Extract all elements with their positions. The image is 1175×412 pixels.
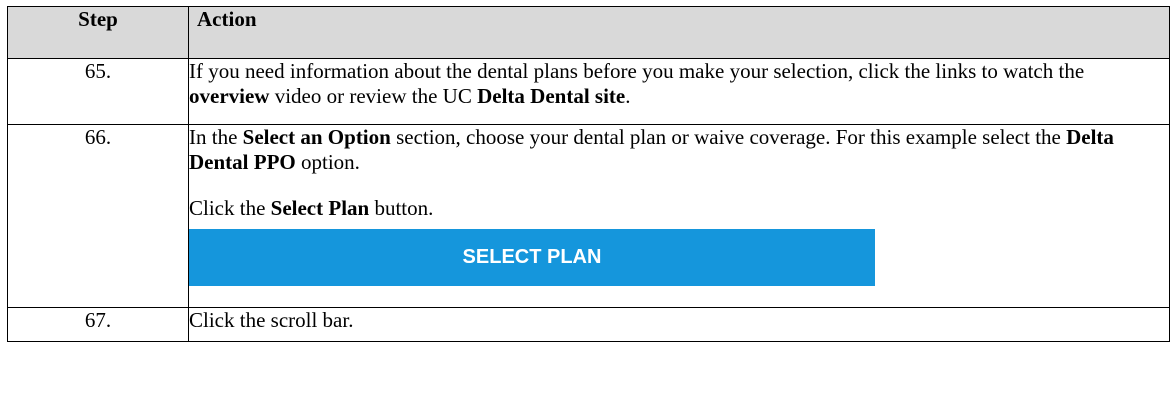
select-plan-button[interactable]: SELECT PLAN — [189, 229, 875, 286]
select-plan-text: Select Plan — [270, 196, 370, 220]
instruction-text-part: option. — [295, 150, 360, 174]
table-row: 65. If you need information about the de… — [7, 58, 1170, 125]
instruction-text-part: If you need information about the dental… — [189, 59, 1085, 83]
instruction-text-part: . — [625, 84, 631, 108]
step-action-table: Step Action 65. If you need information … — [7, 6, 1170, 342]
select-an-option-text: Select an Option — [242, 125, 391, 149]
instruction-text-part: video or review the UC — [269, 84, 478, 108]
delta-dental-site-link-text: Delta Dental site — [477, 84, 626, 108]
instruction-text-part: In the — [189, 125, 243, 149]
step-instruction: If you need information about the dental… — [188, 58, 1170, 125]
step-instruction: In the Select an Option section, choose … — [188, 124, 1170, 308]
table-row: 67. Click the scroll bar. — [7, 307, 1170, 342]
table-row: 66. In the Select an Option section, cho… — [7, 124, 1170, 308]
instruction-text-part: Click the — [189, 196, 271, 220]
step-number: 67. — [7, 307, 189, 342]
instruction-text-part: section, choose your dental plan or waiv… — [390, 125, 1067, 149]
instruction-text: In the Select an Option section, choose … — [189, 125, 1169, 175]
step-column-header: Step — [7, 6, 189, 59]
overview-link-text: overview — [189, 84, 270, 108]
header-row: Step Action — [7, 6, 1170, 59]
step-instruction: Click the scroll bar. — [188, 307, 1170, 342]
action-column-header: Action — [188, 6, 1170, 59]
instruction-text: Click the Select Plan button. — [189, 196, 1169, 221]
instruction-text-part: button. — [369, 196, 434, 220]
step-number: 65. — [7, 58, 189, 125]
step-number: 66. — [7, 124, 189, 308]
instruction-text: If you need information about the dental… — [189, 59, 1169, 109]
